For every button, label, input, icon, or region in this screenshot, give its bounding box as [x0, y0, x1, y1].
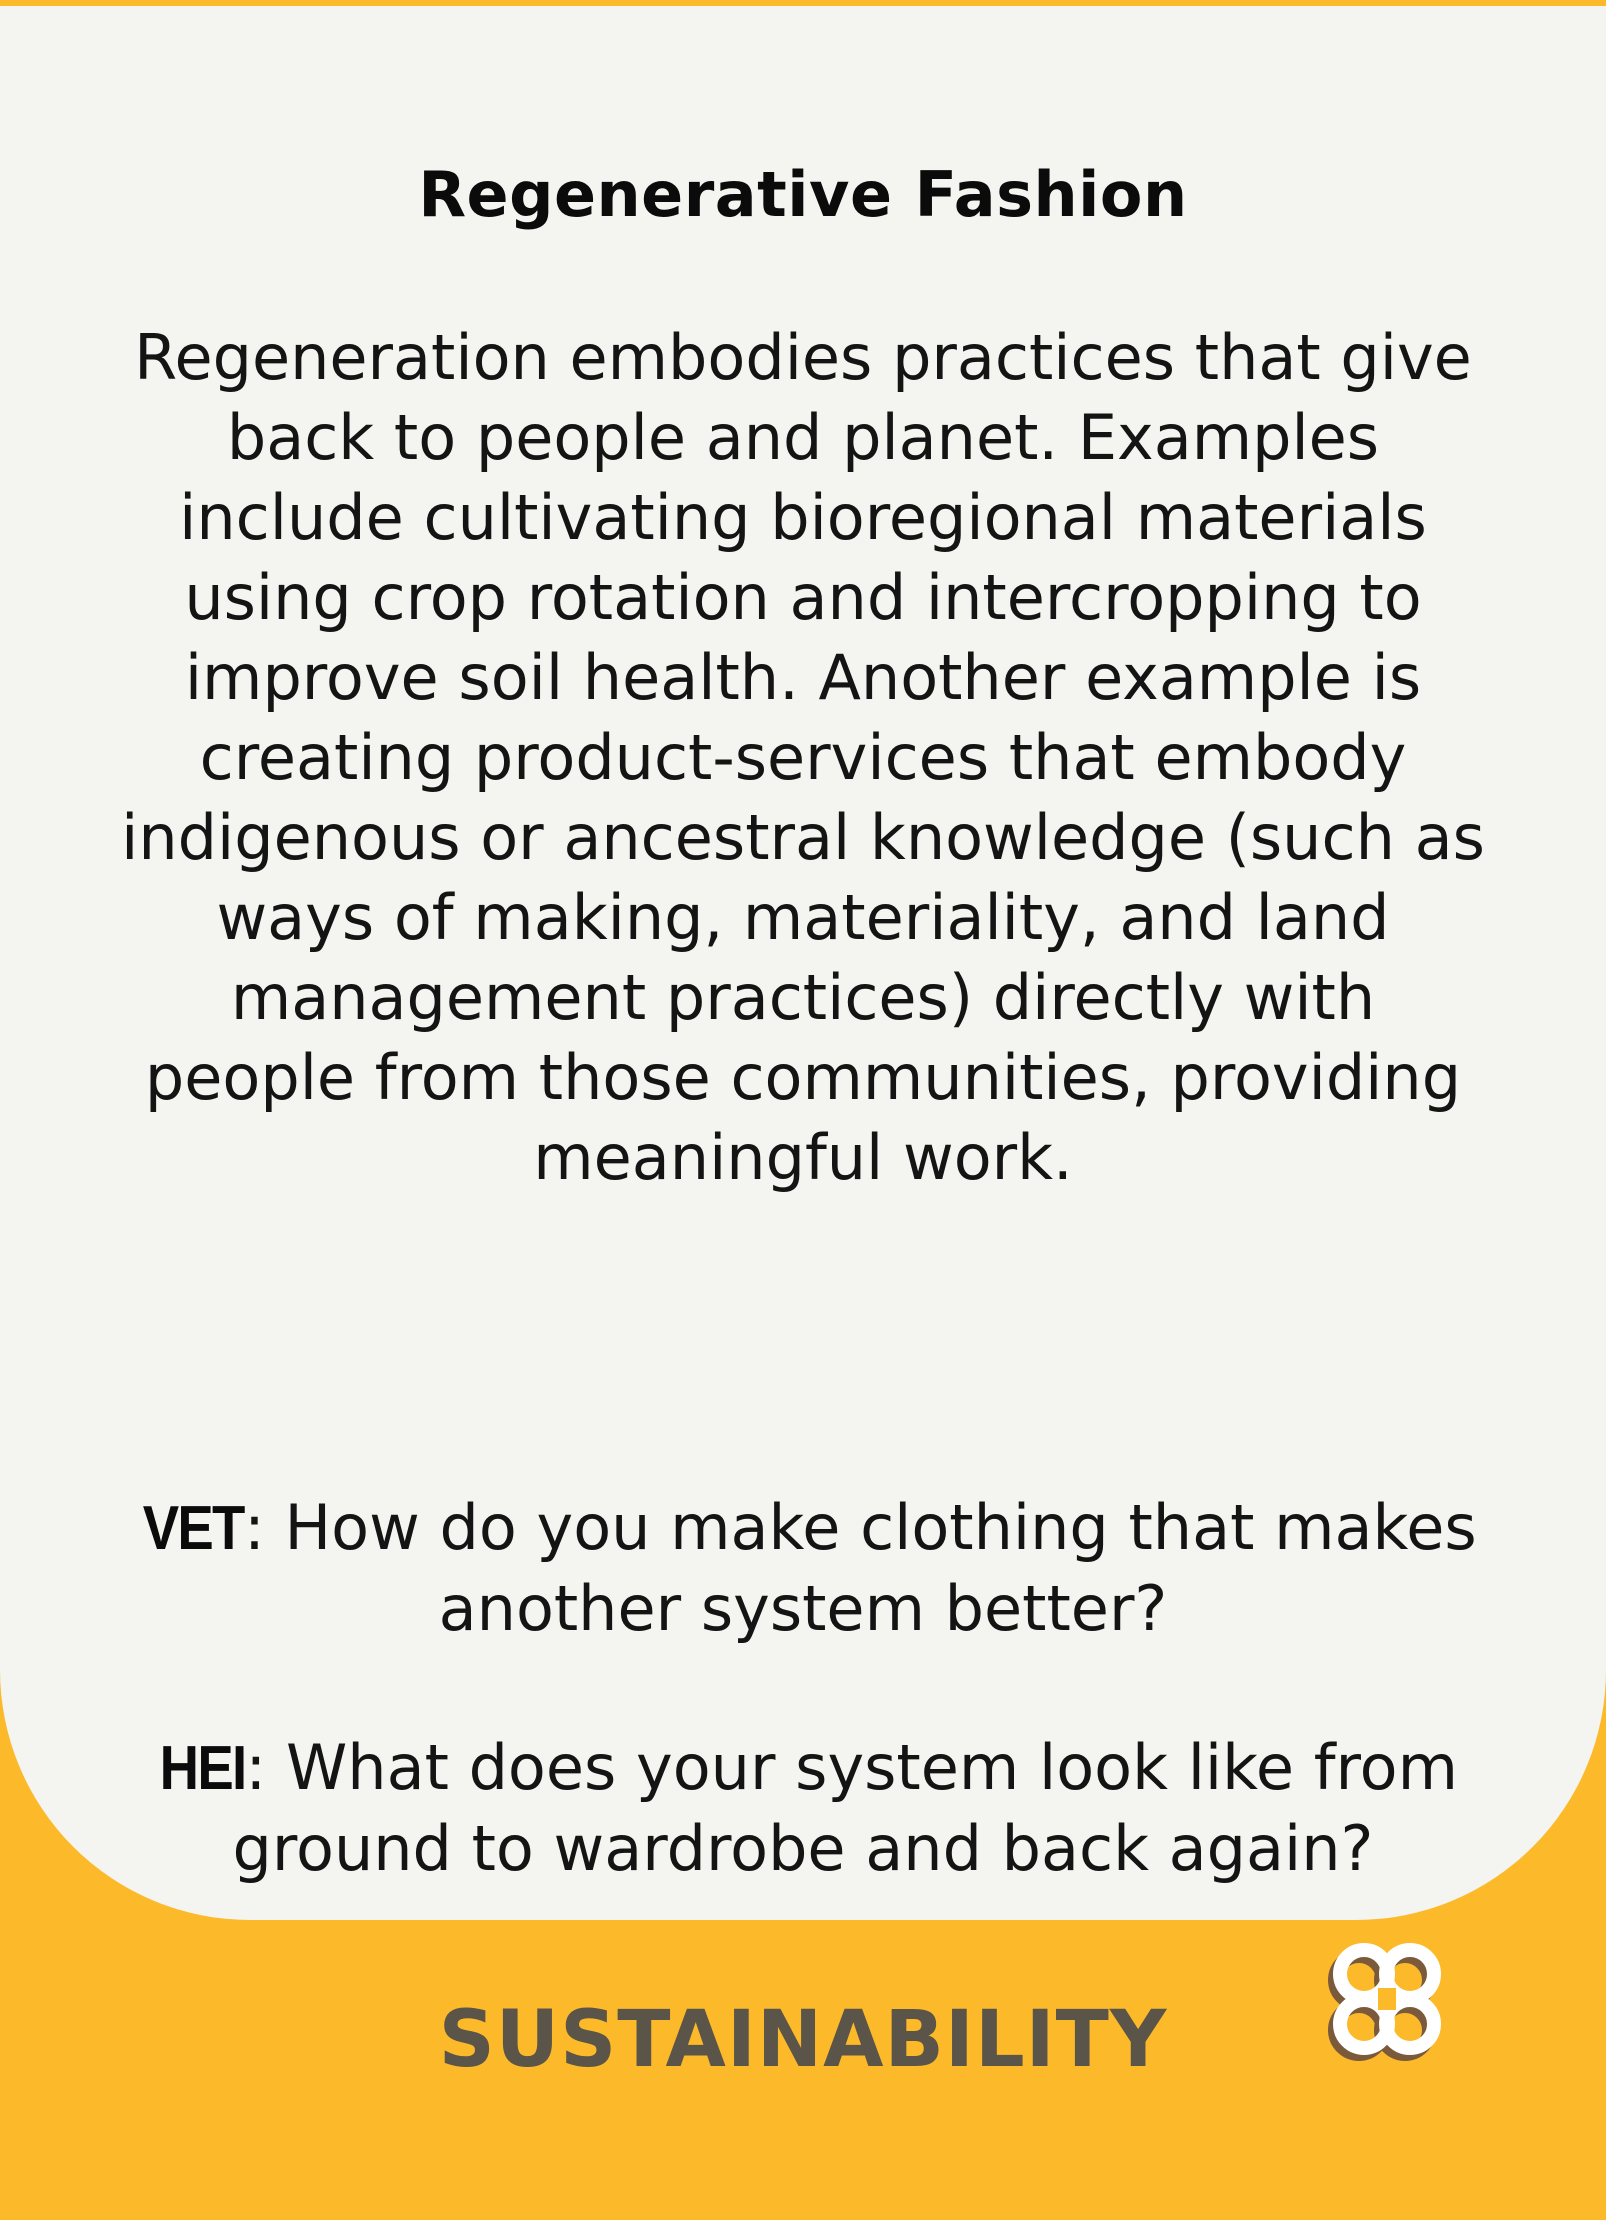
question-vet: VET: How do you make clothing that makes… — [118, 1488, 1488, 1649]
logo-svg — [1328, 1943, 1441, 2061]
interlocking-loops-logo-icon — [1322, 1938, 1452, 2068]
question-hei: HEI: What does your system look like fro… — [118, 1728, 1488, 1889]
card: Regenerative Fashion Regeneration embodi… — [0, 0, 1606, 2220]
card-description: Regeneration embodies practices that giv… — [121, 321, 1485, 1194]
card-title: Regenerative Fashion — [418, 158, 1188, 231]
content-panel: Regenerative Fashion Regeneration embodi… — [0, 6, 1606, 1920]
question-hei-text: : What does your system look like from g… — [232, 1731, 1458, 1885]
question-vet-label: VET — [143, 1494, 246, 1563]
question-vet-text: : How do you make clothing that makes an… — [243, 1491, 1477, 1645]
question-hei-label: HEI — [159, 1734, 247, 1803]
